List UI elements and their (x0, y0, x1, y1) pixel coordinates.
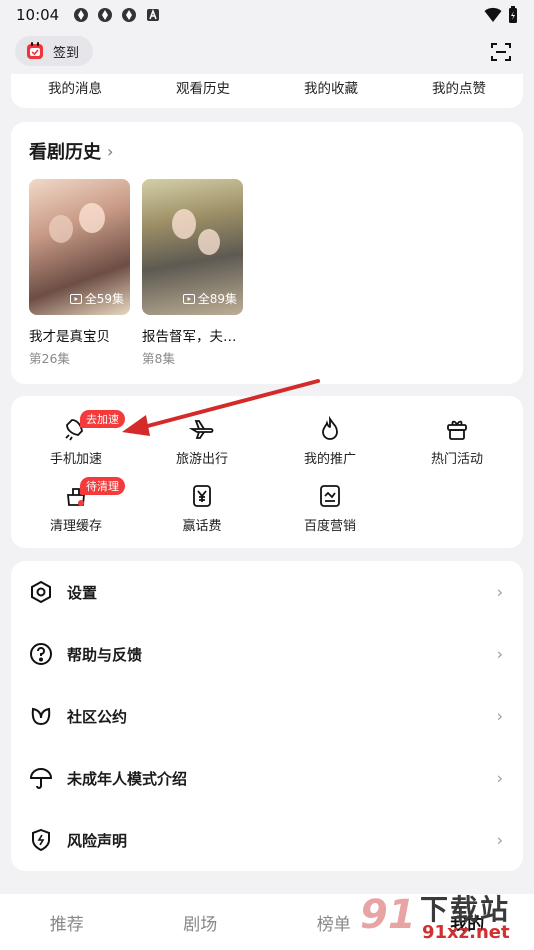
quick-links-card: 我的消息 观看历史 我的收藏 我的点赞 (11, 74, 523, 108)
chevron-right-icon: › (107, 141, 114, 161)
tool-label: 百度营销 (303, 519, 356, 534)
tool-baidu-marketing[interactable]: 百度营销 (270, 483, 390, 534)
episode-count: 全59集 (69, 290, 124, 307)
status-bar: 10:04 (0, 0, 534, 30)
tool-label: 赢话费 (182, 519, 222, 534)
tool-label: 手机加速 (49, 452, 102, 467)
minor-mode-row[interactable]: 未成年人模式介绍 › (11, 747, 523, 809)
scan-icon[interactable] (490, 41, 512, 63)
risk-statement-label: 风险声明 (67, 831, 128, 850)
play-icon (69, 294, 82, 304)
settings-label: 设置 (67, 583, 98, 602)
poster-figure (79, 203, 105, 233)
drama-episode-progress: 第8集 (142, 351, 175, 366)
watermark-url: 91xz.net (422, 922, 510, 943)
chevron-right-icon: › (496, 582, 503, 602)
umbrella-icon (29, 768, 53, 789)
status-time: 10:04 (16, 6, 60, 24)
settings-card: 设置 › 帮助与反馈 › 社区公约 › 未成年人模式介绍 › 风险声明 › (11, 561, 523, 871)
tool-travel[interactable]: 旅游出行 (142, 416, 262, 467)
hex-gear-icon (31, 580, 51, 604)
community-rules-row[interactable]: 社区公约 › (11, 685, 523, 747)
drama-episode-progress: 第26集 (29, 351, 70, 366)
drama-history-header[interactable]: 看剧历史 › (29, 138, 113, 164)
quick-link-messages[interactable]: 我的消息 (11, 74, 139, 108)
shield-icon (32, 828, 50, 852)
quick-link-likes[interactable]: 我的点赞 (395, 74, 523, 108)
wifi-icon (484, 7, 502, 22)
tool-my-promotion[interactable]: 我的推广 (270, 416, 390, 467)
top-bar: 签到 (0, 36, 534, 68)
episode-count: 全89集 (182, 290, 237, 307)
drama-poster[interactable]: 全89集 (142, 179, 243, 315)
tool-label: 我的推广 (303, 452, 356, 467)
drama-name[interactable]: 我才是真宝贝 (29, 325, 110, 345)
notification-icon (74, 8, 89, 22)
watermark-number: 91 (360, 892, 416, 938)
tool-hot-events[interactable]: 热门活动 (397, 416, 517, 467)
drama-history-title: 看剧历史 (29, 142, 101, 163)
notification-icon (122, 8, 137, 22)
checkin-label: 签到 (53, 45, 80, 61)
tool-win-credit[interactable]: 赢话费 (142, 483, 262, 534)
settings-row[interactable]: 设置 › (11, 561, 523, 623)
status-badge: 待清理 (80, 477, 125, 495)
poster-figure (49, 215, 73, 243)
gift-icon (447, 420, 467, 440)
leaf-icon (31, 707, 51, 726)
help-feedback-row[interactable]: 帮助与反馈 › (11, 623, 523, 685)
play-icon (182, 294, 195, 304)
chevron-right-icon: › (496, 644, 503, 664)
minor-mode-label: 未成年人模式介绍 (67, 769, 188, 788)
yen-icon (193, 485, 211, 507)
calendar-check-icon (27, 42, 43, 59)
notification-icon (98, 8, 113, 22)
help-feedback-label: 帮助与反馈 (67, 645, 143, 664)
chevron-right-icon: › (496, 768, 503, 788)
poster-figure (172, 209, 196, 239)
drama-history-card: 看剧历史 › 全59集 我才是真宝贝 第26集 全89集 报告督军，夫… 第8集 (11, 122, 523, 384)
tab-recommend[interactable]: 推荐 (0, 894, 134, 950)
status-badge: 去加速 (80, 410, 125, 428)
tool-phone-boost[interactable]: 去加速 手机加速 (16, 410, 136, 467)
risk-statement-row[interactable]: 风险声明 › (11, 809, 523, 871)
battery-icon (509, 6, 517, 23)
quick-link-watch-history[interactable]: 观看历史 (139, 74, 267, 108)
tool-label: 旅游出行 (175, 452, 228, 467)
chart-icon (320, 485, 340, 507)
quick-link-favorites[interactable]: 我的收藏 (267, 74, 395, 108)
flame-icon (322, 416, 338, 440)
checkin-button[interactable]: 签到 (15, 36, 94, 66)
community-rules-label: 社区公约 (67, 707, 128, 726)
tab-theater[interactable]: 剧场 (134, 894, 268, 950)
help-icon (30, 643, 52, 665)
airplane-icon (189, 420, 214, 439)
tools-card: 去加速 手机加速 旅游出行 我的推广 热门活动 待清理 清理缓存 赢话费 百度营… (11, 396, 523, 548)
poster-figure (198, 229, 220, 255)
chevron-right-icon: › (496, 706, 503, 726)
chevron-right-icon: › (496, 830, 503, 850)
tool-label: 清理缓存 (49, 519, 102, 534)
tool-label: 热门活动 (430, 452, 483, 467)
drama-name[interactable]: 报告督军，夫… (142, 325, 237, 345)
tool-clear-cache[interactable]: 待清理 清理缓存 (16, 477, 136, 534)
app-a-icon (147, 8, 160, 21)
drama-poster[interactable]: 全59集 (29, 179, 130, 315)
site-watermark: 91 下载站 91xz.net (360, 888, 530, 948)
